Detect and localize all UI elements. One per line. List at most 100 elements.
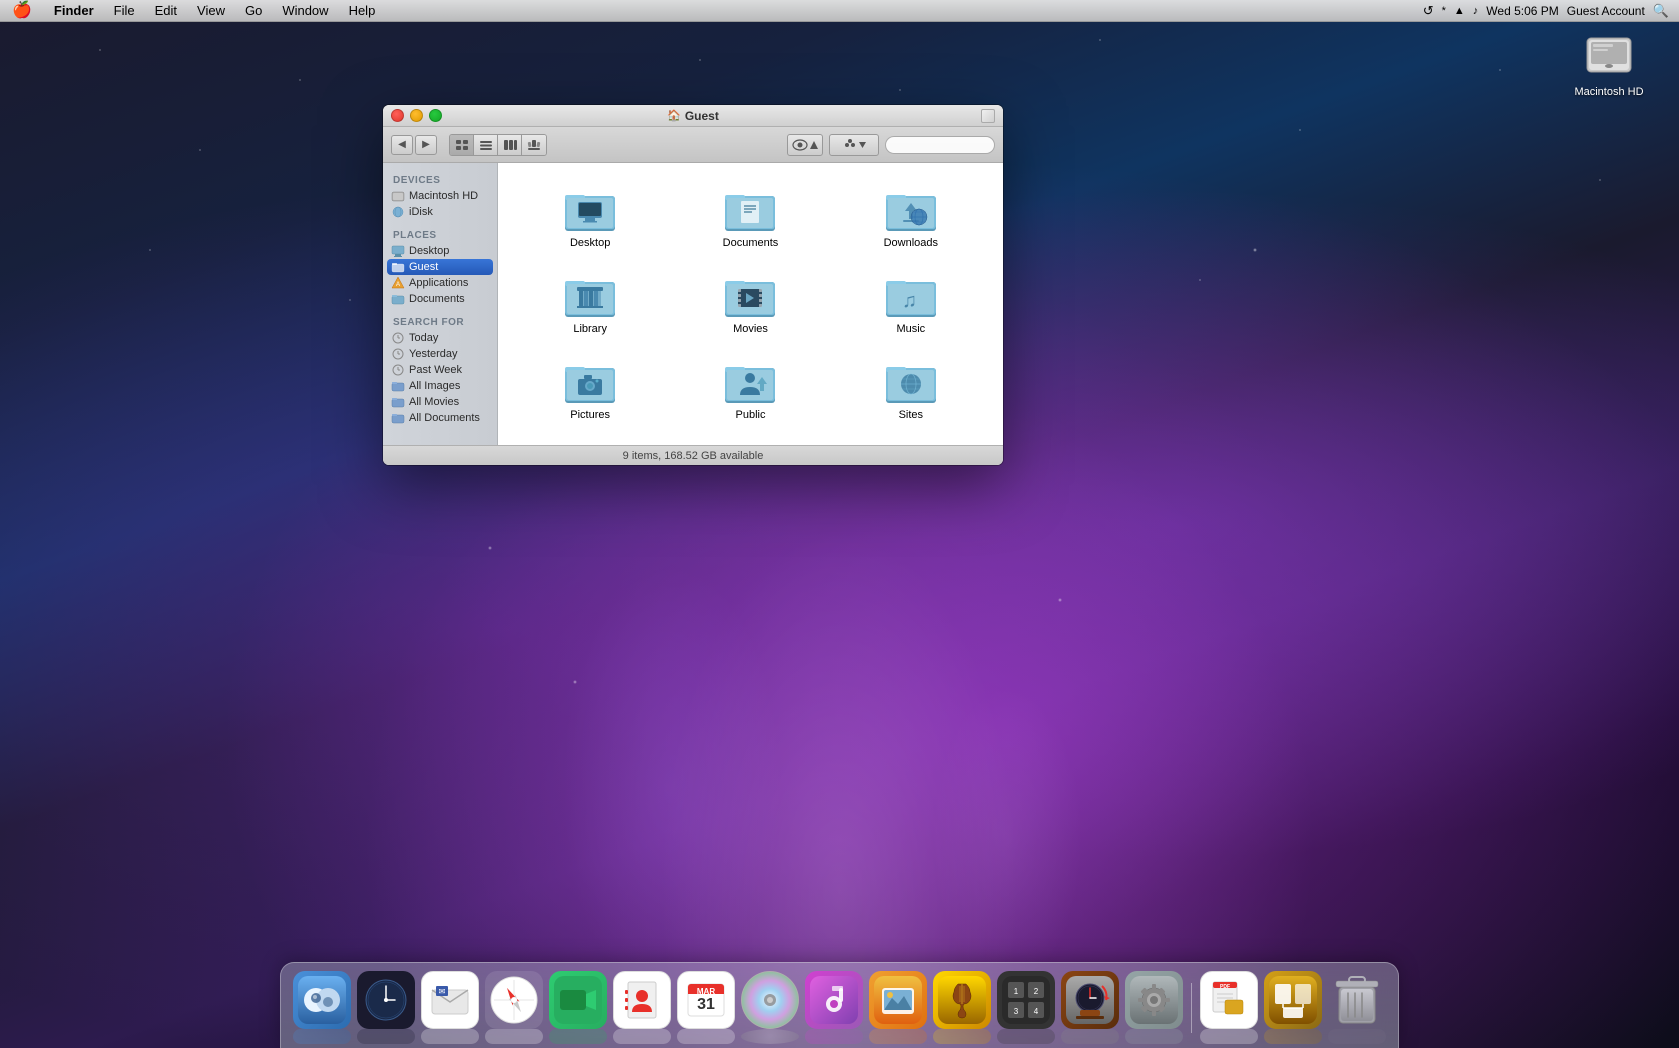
time-machine-icon[interactable]: ↺ bbox=[1423, 3, 1434, 19]
dock-time-machine[interactable] bbox=[1061, 971, 1119, 1044]
sidebar-item-idisk[interactable]: iDisk bbox=[383, 204, 497, 220]
titlebar-buttons bbox=[391, 109, 442, 122]
folder-library[interactable]: Library bbox=[514, 265, 666, 343]
action-button[interactable] bbox=[829, 134, 879, 156]
svg-text:♫: ♫ bbox=[902, 290, 917, 312]
dock: ✉ bbox=[280, 962, 1399, 1048]
window-title: 🏠 Guest bbox=[667, 109, 719, 123]
resize-widget[interactable] bbox=[981, 109, 995, 123]
folder-public[interactable]: Public bbox=[674, 351, 826, 429]
macintosh-hd-icon[interactable]: Macintosh HD bbox=[1569, 30, 1649, 98]
svg-text:MAR: MAR bbox=[697, 987, 715, 996]
folder-sites-label: Sites bbox=[899, 409, 923, 421]
sidebar-item-all-images[interactable]: All Images bbox=[383, 378, 497, 394]
menu-go[interactable]: Go bbox=[235, 0, 272, 22]
dock-address-book[interactable] bbox=[613, 971, 671, 1044]
dock-itunes[interactable] bbox=[805, 971, 863, 1044]
sidebar-item-all-documents[interactable]: All Documents bbox=[383, 410, 497, 426]
list-view-button[interactable] bbox=[474, 135, 498, 155]
svg-text:A: A bbox=[396, 282, 400, 288]
folder-downloads-label: Downloads bbox=[884, 237, 938, 249]
dock-dvd-player[interactable] bbox=[741, 971, 799, 1044]
dock-finder[interactable] bbox=[293, 971, 351, 1044]
user-account[interactable]: Guest Account bbox=[1567, 4, 1645, 18]
statusbar: 9 items, 168.52 GB available bbox=[383, 445, 1003, 465]
svg-text:PDF: PDF bbox=[1220, 984, 1230, 990]
nav-buttons: ◀ ▶ bbox=[391, 135, 437, 155]
sidebar-item-past-week[interactable]: Past Week bbox=[383, 362, 497, 378]
sidebar-item-documents[interactable]: Documents bbox=[383, 291, 497, 307]
sidebar-item-applications[interactable]: A Applications bbox=[383, 275, 497, 291]
close-button[interactable] bbox=[391, 109, 404, 122]
sidebar-item-guest[interactable]: Guest bbox=[387, 259, 493, 275]
folder-documents-label: Documents bbox=[723, 237, 779, 249]
dock-preview[interactable]: PDF bbox=[1200, 971, 1258, 1044]
finder-body: DEVICES Macintosh HD iDisk PLACES Deskto… bbox=[383, 163, 1003, 445]
toolbar: ◀ ▶ bbox=[383, 127, 1003, 163]
menubar-left: 🍎 Finder File Edit View Go Window Help bbox=[0, 0, 385, 22]
back-button[interactable]: ◀ bbox=[391, 135, 413, 155]
folder-pictures-label: Pictures bbox=[570, 409, 610, 421]
folder-library-label: Library bbox=[573, 323, 607, 335]
menu-help[interactable]: Help bbox=[339, 0, 386, 22]
quick-look-button[interactable] bbox=[787, 134, 823, 156]
folder-desktop[interactable]: Desktop bbox=[514, 179, 666, 257]
column-view-button[interactable] bbox=[498, 135, 522, 155]
dock-iphoto[interactable] bbox=[869, 971, 927, 1044]
hd-icon-graphic bbox=[1583, 30, 1635, 82]
folder-public-label: Public bbox=[736, 409, 766, 421]
dock-filemerge[interactable] bbox=[1264, 971, 1322, 1044]
dock-separator bbox=[1191, 983, 1192, 1033]
apple-menu[interactable]: 🍎 bbox=[0, 0, 44, 22]
folder-movies[interactable]: Movies bbox=[674, 265, 826, 343]
devices-header: DEVICES bbox=[383, 171, 497, 188]
menu-finder[interactable]: Finder bbox=[44, 0, 104, 22]
dock-calendar[interactable]: MAR 31 bbox=[677, 971, 735, 1044]
places-header: PLACES bbox=[383, 226, 497, 243]
dock-system-preferences[interactable] bbox=[1125, 971, 1183, 1044]
bluetooth-icon[interactable]: * bbox=[1442, 5, 1446, 17]
sidebar-item-macintosh-hd[interactable]: Macintosh HD bbox=[383, 188, 497, 204]
search-input[interactable] bbox=[885, 136, 995, 154]
dock-safari[interactable] bbox=[485, 971, 543, 1044]
menubar-right: ↺ * ▲ ♪ Wed 5:06 PM Guest Account 🔍 bbox=[1423, 3, 1679, 19]
coverflow-view-button[interactable] bbox=[522, 135, 546, 155]
menubar: 🍎 Finder File Edit View Go Window Help ↺… bbox=[0, 0, 1679, 22]
forward-button[interactable]: ▶ bbox=[415, 135, 437, 155]
folder-music[interactable]: ♫ Music bbox=[835, 265, 987, 343]
status-text: 9 items, 168.52 GB available bbox=[623, 450, 764, 462]
dock-mail[interactable]: ✉ bbox=[421, 971, 479, 1044]
wifi-icon[interactable]: ▲ bbox=[1454, 5, 1465, 17]
volume-icon[interactable]: ♪ bbox=[1473, 5, 1479, 17]
dock-garageband[interactable] bbox=[933, 971, 991, 1044]
sidebar-item-all-movies[interactable]: All Movies bbox=[383, 394, 497, 410]
menu-edit[interactable]: Edit bbox=[145, 0, 187, 22]
folder-downloads[interactable]: Downloads bbox=[835, 179, 987, 257]
sidebar-item-yesterday[interactable]: Yesterday bbox=[383, 346, 497, 362]
menu-view[interactable]: View bbox=[187, 0, 235, 22]
search-header: SEARCH FOR bbox=[383, 313, 497, 330]
dock-spaces[interactable]: 1 2 3 4 bbox=[997, 971, 1055, 1044]
menu-window[interactable]: Window bbox=[272, 0, 338, 22]
svg-text:3: 3 bbox=[1014, 1007, 1019, 1016]
dock-world-clock[interactable] bbox=[357, 971, 415, 1044]
svg-text:1: 1 bbox=[1014, 987, 1019, 996]
folder-music-label: Music bbox=[896, 323, 925, 335]
spotlight-icon[interactable]: 🔍 bbox=[1653, 3, 1669, 19]
sidebar-item-today[interactable]: Today bbox=[383, 330, 497, 346]
folder-desktop-label: Desktop bbox=[570, 237, 610, 249]
menu-file[interactable]: File bbox=[104, 0, 145, 22]
finder-window: 🏠 Guest ◀ ▶ bbox=[383, 105, 1003, 465]
dock-facetime[interactable] bbox=[549, 971, 607, 1044]
sidebar: DEVICES Macintosh HD iDisk PLACES Deskto… bbox=[383, 163, 498, 445]
maximize-button[interactable] bbox=[429, 109, 442, 122]
dock-trash[interactable]: < bbox=[1328, 971, 1386, 1044]
view-mode-buttons bbox=[449, 134, 547, 156]
svg-text:4: 4 bbox=[1034, 1007, 1039, 1016]
folder-pictures[interactable]: Pictures bbox=[514, 351, 666, 429]
folder-documents[interactable]: Documents bbox=[674, 179, 826, 257]
icon-view-button[interactable] bbox=[450, 135, 474, 155]
sidebar-item-desktop[interactable]: Desktop bbox=[383, 243, 497, 259]
minimize-button[interactable] bbox=[410, 109, 423, 122]
folder-sites[interactable]: Sites bbox=[835, 351, 987, 429]
